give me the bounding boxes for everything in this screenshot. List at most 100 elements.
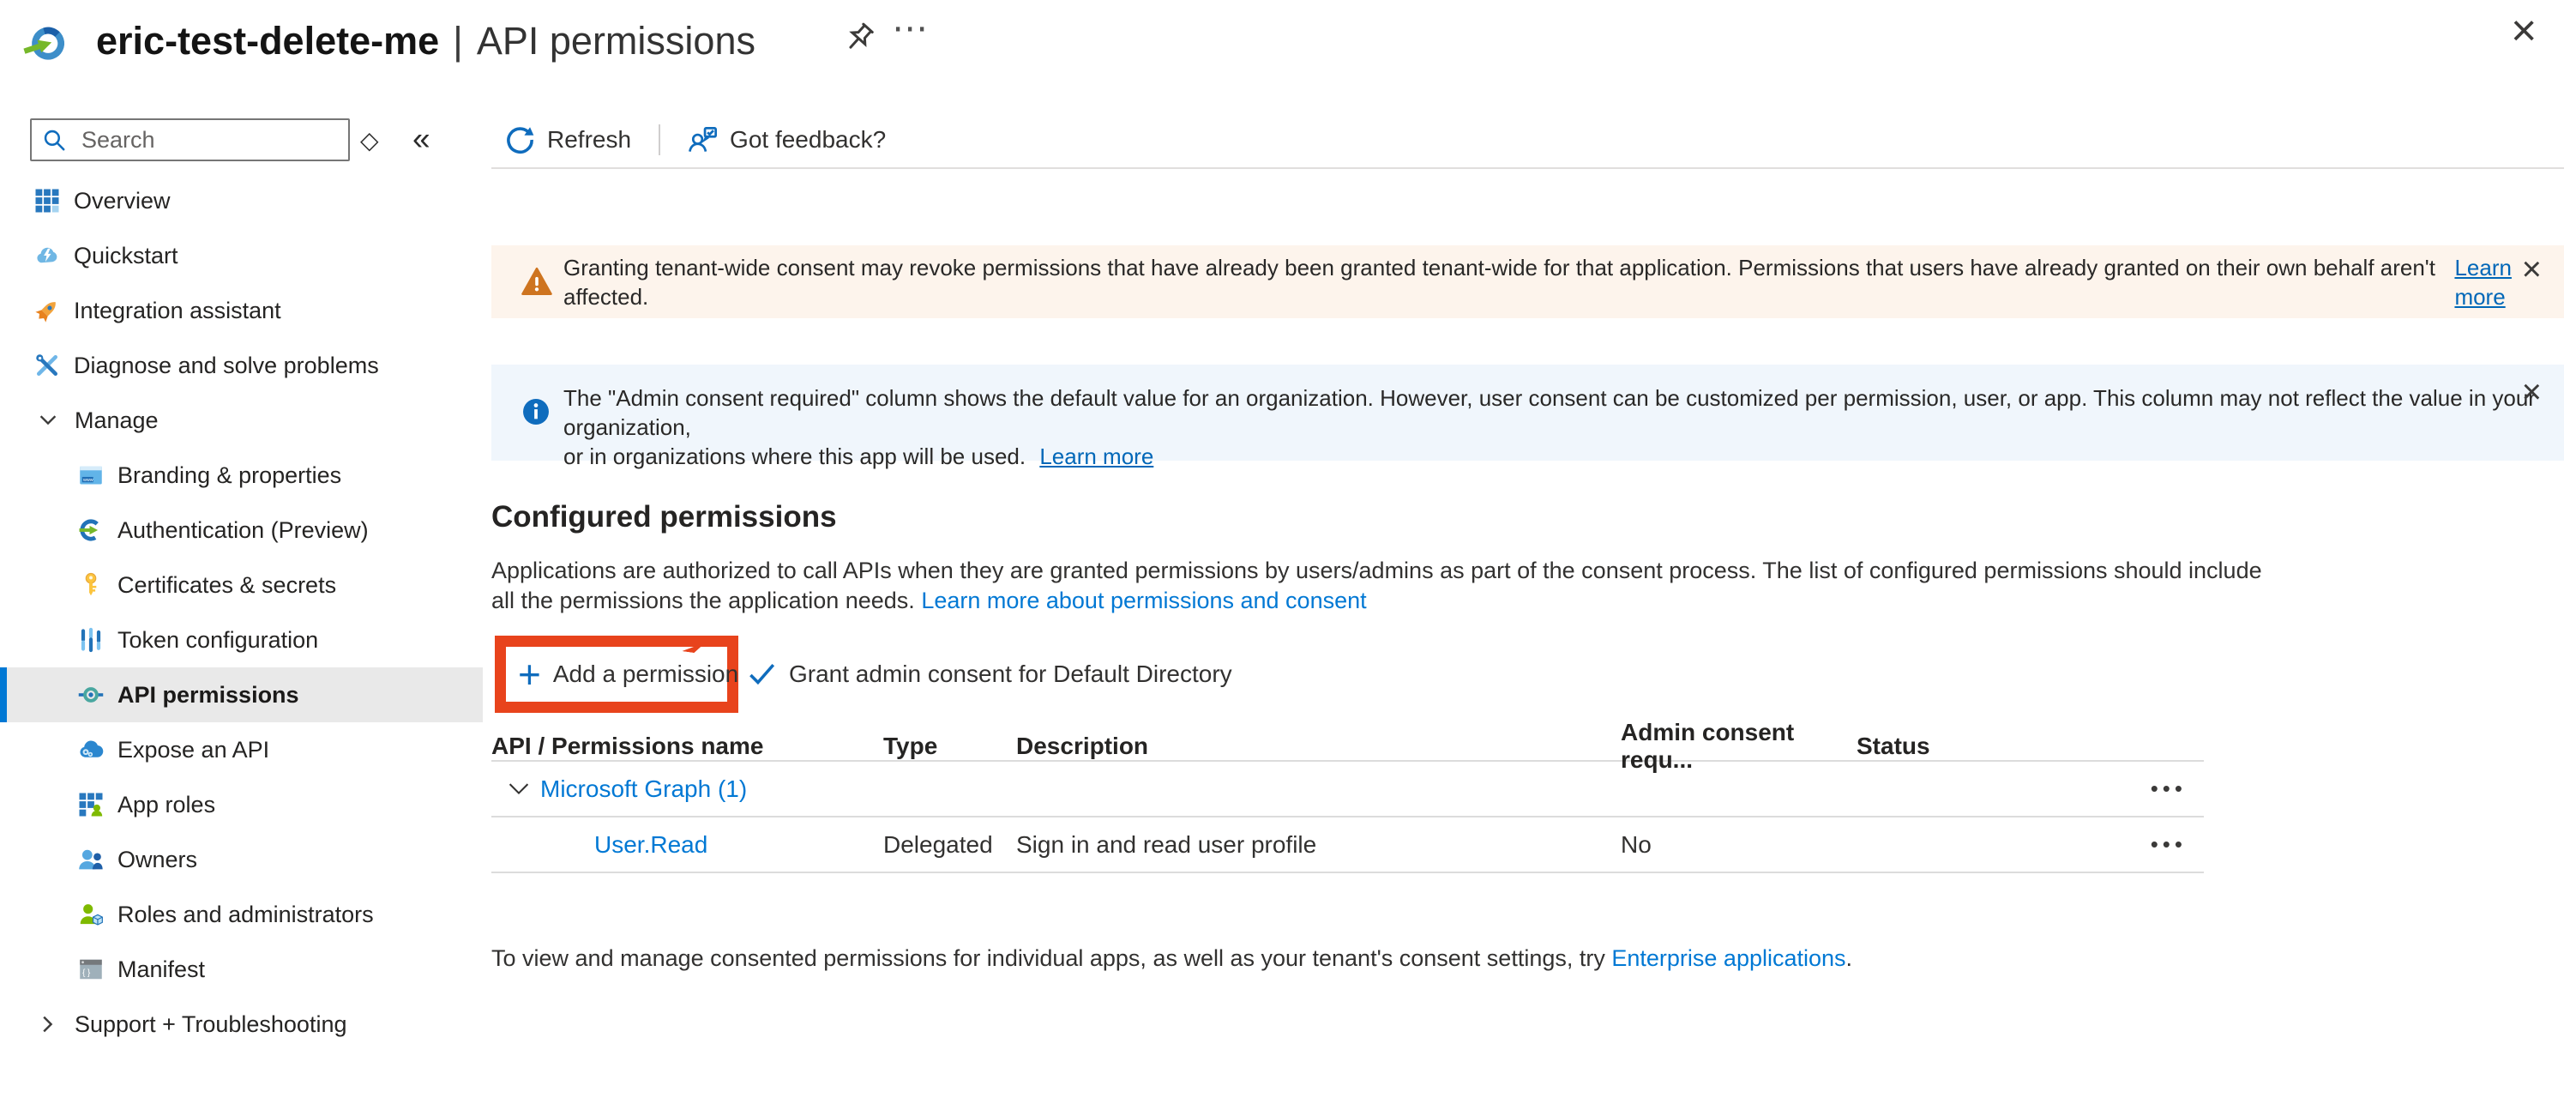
cell-admin-consent: No xyxy=(1621,831,1857,859)
overview-icon xyxy=(34,188,60,214)
warning-learn-more-link[interactable]: Learn more xyxy=(2454,253,2564,311)
title-separator: | xyxy=(453,19,463,63)
highlight-box: + Add a permission xyxy=(495,636,738,713)
sidebar-item-owners[interactable]: Owners xyxy=(0,832,483,887)
close-blade-icon[interactable]: × xyxy=(2511,9,2537,53)
more-actions-icon[interactable]: ⋯ xyxy=(892,7,928,49)
sidebar-item-label: API permissions xyxy=(117,682,299,709)
authentication-icon xyxy=(78,517,104,543)
collapse-menu-icon[interactable]: « xyxy=(412,121,430,157)
table-permission-row[interactable]: User.Read Delegated Sign in and read use… xyxy=(491,817,2204,872)
footer-note: To view and manage consented permissions… xyxy=(491,945,1852,972)
col-header-description[interactable]: Description xyxy=(1016,733,1621,760)
sidebar-item-roles-administrators[interactable]: Roles and administrators xyxy=(0,887,483,942)
sidebar-nav: Overview Quickstart Integration assistan… xyxy=(0,173,483,1052)
sidebar-item-integration-assistant[interactable]: Integration assistant xyxy=(0,283,483,338)
enterprise-applications-link[interactable]: Enterprise applications xyxy=(1611,945,1845,971)
tools-icon xyxy=(34,353,60,378)
sidebar-item-diagnose[interactable]: Diagnose and solve problems xyxy=(0,338,483,393)
sidebar-section-support[interactable]: Support + Troubleshooting xyxy=(0,997,483,1052)
page-title: eric-test-delete-me | API permissions xyxy=(96,19,755,63)
grant-admin-consent-label: Grant admin consent for Default Director… xyxy=(789,661,1232,688)
app-name: eric-test-delete-me xyxy=(96,19,439,63)
toolbar-divider xyxy=(491,167,2564,169)
expander-chevron-icon[interactable] xyxy=(508,778,530,800)
sidebar-item-label: Owners xyxy=(117,847,197,873)
sidebar-item-label: Overview xyxy=(74,188,171,214)
toolbar-separator xyxy=(659,124,660,155)
col-header-type[interactable]: Type xyxy=(883,733,1016,760)
svg-text:www: www xyxy=(82,478,93,483)
warning-close-icon[interactable]: × xyxy=(2522,252,2542,287)
cloud-gears-icon xyxy=(78,737,104,763)
code-window-icon: { } xyxy=(78,956,104,982)
sidebar-item-label: Roles and administrators xyxy=(117,902,374,928)
sidebar-item-label: Token configuration xyxy=(117,627,318,654)
sidebar-section-manage[interactable]: Manage xyxy=(0,393,483,448)
sidebar-item-label: Certificates & secrets xyxy=(117,572,336,599)
cell-type: Delegated xyxy=(883,831,1016,859)
sliders-icon xyxy=(78,627,104,653)
warning-icon xyxy=(521,267,552,298)
sidebar-item-quickstart[interactable]: Quickstart xyxy=(0,228,483,283)
section-description: Applications are authorized to call APIs… xyxy=(491,556,2262,616)
group-name-link[interactable]: Microsoft Graph (1) xyxy=(540,775,747,803)
sidebar-item-expose-api[interactable]: Expose an API xyxy=(0,722,483,777)
table-header-row: API / Permissions name Type Description … xyxy=(491,719,2204,760)
refresh-button[interactable]: Refresh xyxy=(505,125,631,154)
sidebar-item-branding[interactable]: www Branding & properties xyxy=(0,448,483,503)
search-input[interactable] xyxy=(30,118,350,161)
sidebar-item-label: Authentication (Preview) xyxy=(117,517,369,544)
warning-banner: Granting tenant-wide consent may revoke … xyxy=(491,245,2564,318)
sidebar-item-token-configuration[interactable]: Token configuration xyxy=(0,612,483,667)
sidebar-item-label: Branding & properties xyxy=(117,462,341,489)
sidebar-item-overview[interactable]: Overview xyxy=(0,173,483,228)
sidebar-item-app-roles[interactable]: App roles xyxy=(0,777,483,832)
plus-icon: + xyxy=(518,655,541,694)
api-permissions-page: eric-test-delete-me|API permissions ⋯ × … xyxy=(0,0,2576,1098)
feedback-button[interactable]: Got feedback? xyxy=(688,125,886,154)
sidebar-section-label: Manage xyxy=(75,407,159,434)
add-permission-button[interactable]: + Add a permission xyxy=(506,647,727,702)
col-header-api-permissions-name[interactable]: API / Permissions name xyxy=(491,733,883,760)
cell-permission-name: User.Read xyxy=(491,831,883,859)
sidebar-item-label: Integration assistant xyxy=(74,298,281,324)
sidebar-item-label: Manifest xyxy=(117,956,205,983)
col-header-status[interactable]: Status xyxy=(1857,733,2144,760)
grant-admin-consent-button[interactable]: Grant admin consent for Default Director… xyxy=(748,660,1232,689)
search-icon xyxy=(42,128,66,152)
person-cube-icon xyxy=(78,902,104,927)
sidebar-item-label: App roles xyxy=(117,792,215,818)
table-divider xyxy=(491,872,2204,873)
table-group-row[interactable]: Microsoft Graph (1) ••• xyxy=(491,762,2204,816)
sidebar-item-api-permissions[interactable]: API permissions xyxy=(0,667,483,722)
resize-handle-icon[interactable]: ◇ xyxy=(360,126,379,154)
info-learn-more-link[interactable]: Learn more xyxy=(1039,443,1153,469)
check-icon xyxy=(748,660,777,689)
row-menu-icon[interactable]: ••• xyxy=(2144,831,2204,858)
permission-name-link[interactable]: User.Read xyxy=(594,831,707,858)
command-bar: Refresh Got feedback? xyxy=(505,115,886,165)
blade-title: API permissions xyxy=(477,19,755,63)
sidebar-item-certificates[interactable]: Certificates & secrets xyxy=(0,558,483,612)
chevron-down-icon xyxy=(38,410,58,431)
feedback-icon xyxy=(688,125,717,154)
row-menu-icon[interactable]: ••• xyxy=(2144,775,2204,802)
info-close-icon[interactable]: × xyxy=(2522,375,2542,409)
sidebar-item-label: Expose an API xyxy=(117,737,269,763)
sidebar-search xyxy=(30,118,350,161)
pin-icon[interactable] xyxy=(842,21,880,58)
refresh-label: Refresh xyxy=(547,126,631,154)
quickstart-icon xyxy=(34,243,60,268)
svg-text:{ }: { } xyxy=(82,968,91,978)
people-icon xyxy=(78,847,104,872)
chevron-right-icon xyxy=(38,1014,58,1035)
permissions-consent-link[interactable]: Learn more about permissions and consent xyxy=(921,588,1366,613)
browser-window-icon: www xyxy=(78,462,104,488)
rocket-icon xyxy=(34,298,60,323)
sidebar-item-label: Quickstart xyxy=(74,243,178,269)
sidebar-item-manifest[interactable]: { } Manifest xyxy=(0,942,483,997)
info-text: The "Admin consent required" column show… xyxy=(563,383,2553,471)
sidebar-item-authentication[interactable]: Authentication (Preview) xyxy=(0,503,483,558)
col-header-admin-consent[interactable]: Admin consent requ... xyxy=(1621,719,1857,774)
